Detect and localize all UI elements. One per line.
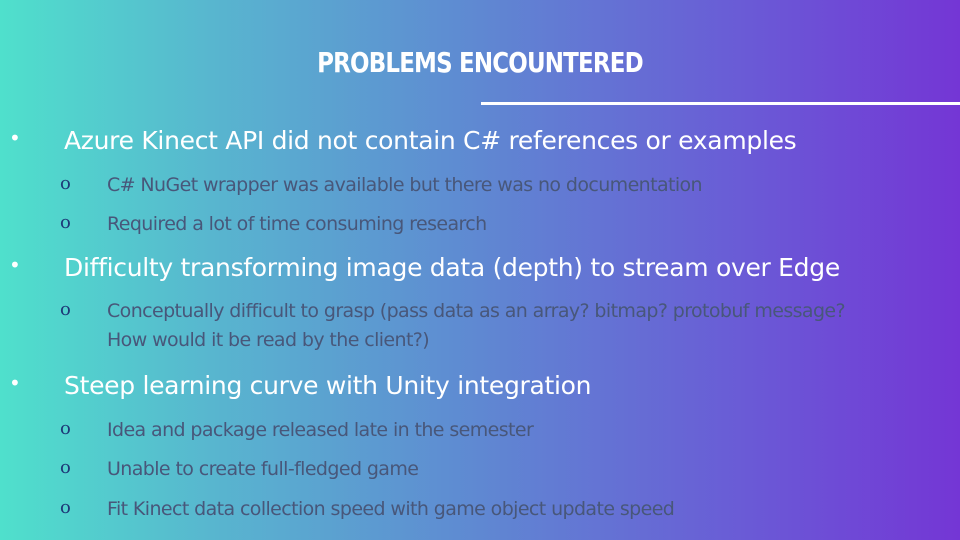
slide: PROBLEMS ENCOUNTERED • Azure Kinect API … xyxy=(0,0,960,540)
sub-bullet-text: C# NuGet wrapper was available but there… xyxy=(107,174,703,196)
sub-bullet-marker: o xyxy=(60,299,71,320)
bullet-text: Steep learning curve with Unity integrat… xyxy=(64,371,592,400)
bullet-list: • Azure Kinect API did not contain C# re… xyxy=(0,0,960,540)
sub-bullet-marker: o xyxy=(60,497,71,518)
bullet-marker: • xyxy=(9,253,21,277)
sub-bullet-text: Conceptually difficult to grasp (pass da… xyxy=(107,300,846,351)
sub-bullet-text: Unable to create full-fledged game xyxy=(107,458,419,480)
sub-bullet-text: Idea and package released late in the se… xyxy=(107,419,534,441)
bullet-text: Azure Kinect API did not contain C# refe… xyxy=(64,126,797,155)
sub-bullet-text: Fit Kinect data collection speed with ga… xyxy=(107,498,675,520)
sub-bullet-marker: o xyxy=(60,457,71,478)
sub-bullet-text: Required a lot of time consuming researc… xyxy=(107,213,487,235)
bullet-marker: • xyxy=(9,126,21,150)
sub-bullet-marker: o xyxy=(60,418,71,439)
bullet-text: Difficulty transforming image data (dept… xyxy=(64,253,840,282)
sub-bullet-marker: o xyxy=(60,212,71,233)
bullet-marker: • xyxy=(9,371,21,395)
sub-bullet-marker: o xyxy=(60,173,71,194)
